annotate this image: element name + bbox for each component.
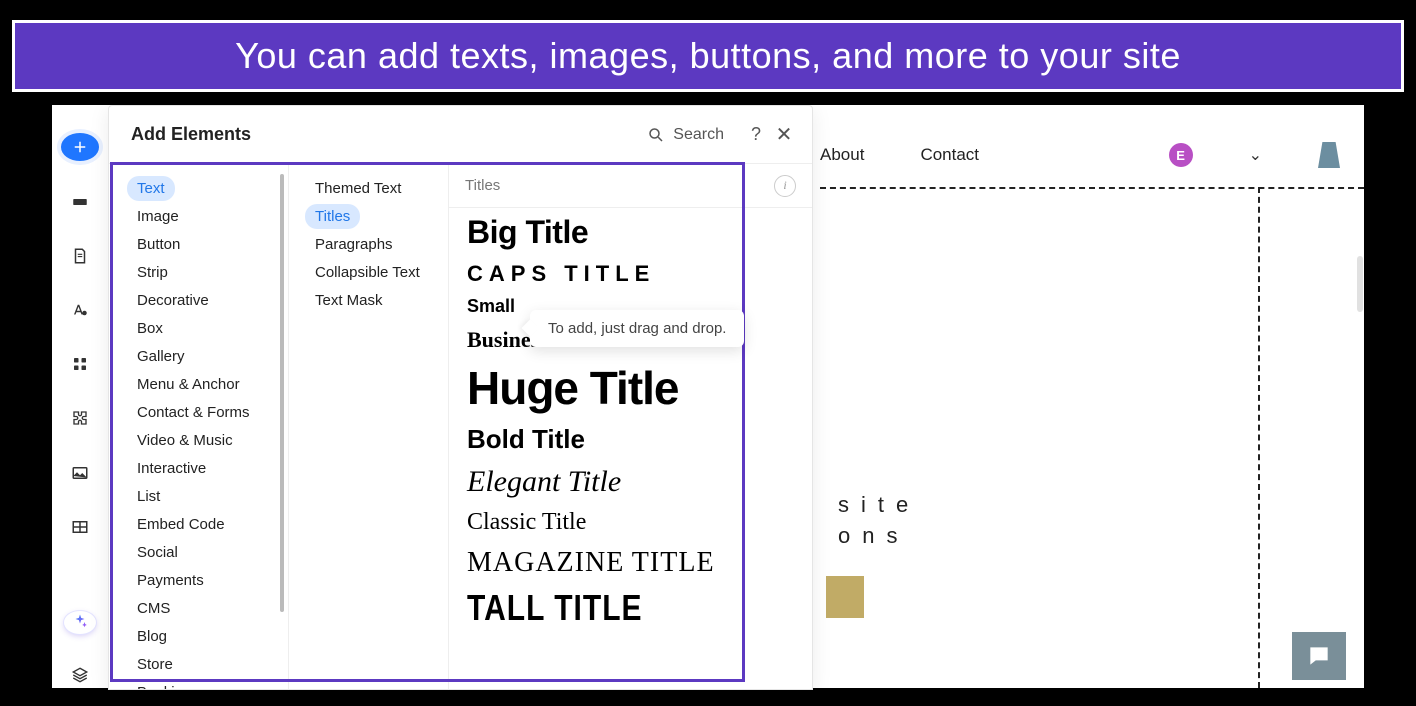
category-item-image[interactable]: Image — [127, 204, 189, 229]
category-item-button[interactable]: Button — [127, 232, 190, 257]
category-item-payments[interactable]: Payments — [127, 568, 214, 593]
category-column: Text Image Button Strip Decorative Box Gallery… — [109, 164, 289, 689]
nav-link-about[interactable]: About — [820, 145, 864, 165]
category-item-strip[interactable]: Strip — [127, 260, 178, 285]
category-item-cms[interactable]: CMS — [127, 596, 180, 621]
chat-icon — [1306, 643, 1332, 669]
subcategory-item-titles[interactable]: Titles — [305, 204, 360, 229]
category-item-decorative[interactable]: Decorative — [127, 288, 219, 313]
subcategory-item-paragraphs[interactable]: Paragraphs — [305, 232, 403, 257]
nav-link-contact[interactable]: Contact — [920, 145, 979, 165]
category-item-interactive[interactable]: Interactive — [127, 456, 216, 481]
search-button[interactable]: Search — [647, 126, 724, 144]
site-accent-block — [826, 576, 864, 618]
title-preview-bold[interactable]: Bold Title — [467, 425, 794, 455]
page-scrollbar[interactable] — [1357, 256, 1363, 312]
annotation-banner: You can add texts, images, buttons, and … — [12, 20, 1404, 92]
category-item-text[interactable]: Text — [127, 176, 175, 201]
chevron-down-icon[interactable]: ⌄ — [1249, 145, 1262, 165]
title-preview-huge[interactable]: Huge Title — [467, 362, 794, 415]
category-item-menu-anchor[interactable]: Menu & Anchor — [127, 372, 250, 397]
category-item-store[interactable]: Store — [127, 652, 183, 677]
annotation-banner-text: You can add texts, images, buttons, and … — [235, 35, 1181, 77]
layers-icon[interactable] — [62, 662, 98, 688]
add-elements-panel: Add Elements Search ? ✕ Text Image Button S… — [108, 105, 813, 690]
category-item-list[interactable]: List — [127, 484, 170, 509]
title-preview-magazine[interactable]: MAGAZINE TITLE — [467, 547, 794, 579]
text-style-icon[interactable] — [62, 297, 98, 323]
drag-drop-tooltip: To add, just drag and drop. — [530, 310, 744, 347]
category-item-contact-forms[interactable]: Contact & Forms — [127, 400, 260, 425]
puzzle-icon[interactable] — [62, 405, 98, 431]
chat-button[interactable] — [1292, 632, 1346, 680]
table-icon[interactable] — [62, 514, 98, 540]
search-label: Search — [673, 126, 724, 144]
search-icon — [647, 126, 665, 144]
category-item-video-music[interactable]: Video & Music — [127, 428, 243, 453]
title-preview-tall[interactable]: TALL TITLE — [467, 589, 794, 630]
close-button[interactable]: ✕ — [770, 122, 798, 147]
title-preview-classic[interactable]: Classic Title — [467, 509, 794, 537]
apps-icon[interactable] — [62, 351, 98, 377]
category-item-embed-code[interactable]: Embed Code — [127, 512, 235, 537]
media-icon[interactable] — [62, 460, 98, 486]
category-item-social[interactable]: Social — [127, 540, 188, 565]
add-elements-button[interactable] — [61, 133, 99, 161]
site-nav: About Contact E ⌄ — [820, 130, 1356, 180]
site-body-line1: site — [838, 490, 920, 521]
category-item-bookings[interactable]: Bookings — [127, 680, 209, 689]
subcategory-item-themed-text[interactable]: Themed Text — [305, 176, 411, 201]
panel-title: Add Elements — [131, 124, 647, 145]
site-body-text: site ons — [838, 490, 920, 552]
category-scrollbar[interactable] — [280, 174, 284, 612]
subcategory-item-text-mask[interactable]: Text Mask — [305, 288, 393, 313]
tool-rail — [52, 105, 108, 688]
site-body-line2: ons — [838, 521, 920, 552]
title-preview-big[interactable]: Big Title — [467, 214, 794, 251]
ai-sparkle-icon[interactable] — [64, 611, 96, 634]
avatar[interactable]: E — [1169, 143, 1193, 167]
page-icon[interactable] — [62, 243, 98, 269]
title-preview-elegant[interactable]: Elegant Title — [467, 465, 794, 500]
preview-column: Titles i Big Title CAPS TITLE Small Busi… — [449, 164, 812, 689]
category-item-blog[interactable]: Blog — [127, 624, 177, 649]
panel-header: Add Elements Search ? ✕ — [109, 106, 812, 164]
subcategory-column: Themed Text Titles Paragraphs Collapsible T… — [289, 164, 449, 689]
category-item-box[interactable]: Box — [127, 316, 173, 341]
info-icon[interactable]: i — [774, 175, 796, 197]
shopping-bag-icon[interactable] — [1318, 142, 1340, 168]
subcategory-item-collapsible-text[interactable]: Collapsible Text — [305, 260, 430, 285]
category-item-gallery[interactable]: Gallery — [127, 344, 195, 369]
guide-horizontal — [820, 187, 1364, 189]
preview-section-header: Titles — [465, 177, 500, 194]
help-button[interactable]: ? — [742, 124, 770, 145]
title-preview-caps[interactable]: CAPS TITLE — [467, 261, 794, 286]
guide-vertical — [1258, 187, 1260, 688]
section-icon[interactable] — [62, 189, 98, 215]
